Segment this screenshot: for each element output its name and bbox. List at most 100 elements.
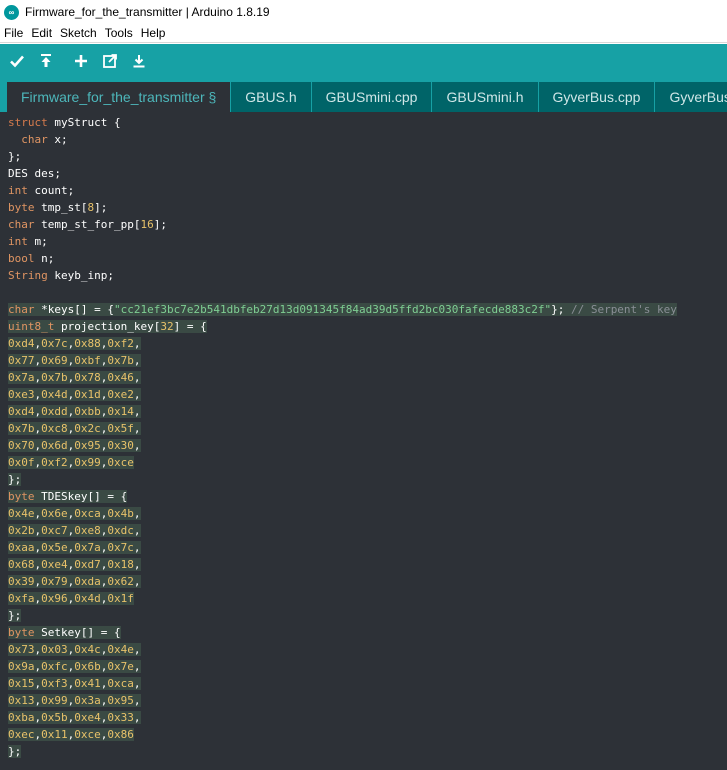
code-token: 0x4c [74, 643, 101, 656]
code-token: tmp_st[ [34, 201, 88, 214]
code-token: 0x4e [107, 643, 134, 656]
code-line[interactable]: 0xaa,0x5e,0x7a,0x7c, [8, 539, 727, 556]
code-line[interactable]: 0xd4,0xdd,0xbb,0x14, [8, 403, 727, 420]
code-token: 0x4b [107, 507, 134, 520]
code-line[interactable]: String keyb_inp; [8, 267, 727, 284]
code-line[interactable]: }; [8, 607, 727, 624]
code-token: 0x03 [41, 643, 68, 656]
code-line-content: }; [8, 473, 22, 486]
code-line[interactable]: 0xfa,0x96,0x4d,0x1f [8, 590, 727, 607]
code-token: 0x6d [41, 439, 68, 452]
code-text-area[interactable]: struct myStruct { char x;}; DES des; int c… [0, 112, 727, 760]
code-line[interactable]: 0x13,0x99,0x3a,0x95, [8, 692, 727, 709]
tab-gbusmini-cpp[interactable]: GBUSmini.cpp [311, 82, 432, 112]
code-line[interactable]: 0x4e,0x6e,0xca,0x4b, [8, 505, 727, 522]
code-token: , [133, 524, 141, 537]
code-line[interactable]: 0xe3,0x4d,0x1d,0xe2, [8, 386, 727, 403]
code-token: 0x46 [107, 371, 134, 384]
arduino-app-icon: ∞ [4, 4, 19, 20]
tab-gyverbus-h[interactable]: GyverBus.h [655, 82, 727, 112]
tab-gbusmini-h[interactable]: GBUSmini.h [432, 82, 538, 112]
tab-gyverbus-cpp[interactable]: GyverBus.cpp [538, 82, 655, 112]
upload-button[interactable] [35, 50, 57, 72]
code-line-content: 0xfa,0x96,0x4d,0x1f [8, 592, 134, 605]
tab-firmware-for-the-transmitter[interactable]: Firmware_for_the_transmitter § [7, 82, 231, 112]
code-line[interactable]: byte Setkey[] = { [8, 624, 727, 641]
open-sketch-button[interactable] [99, 50, 121, 72]
code-token: 0x2b [8, 524, 35, 537]
code-token: String [8, 269, 48, 282]
menu-bar: File Edit Sketch Tools Help [0, 24, 727, 43]
code-line-content: byte Setkey[] = { [8, 626, 121, 639]
toolbar [0, 44, 727, 78]
code-token: 0x5b [41, 711, 68, 724]
code-line[interactable]: 0x70,0x6d,0x95,0x30, [8, 437, 727, 454]
code-line[interactable]: char *keys[] = {"cc21ef3bc7e2b541dbfeb27… [8, 301, 727, 318]
menu-file[interactable]: File [4, 26, 23, 40]
code-line-content: 0x13,0x99,0x3a,0x95, [8, 694, 141, 707]
code-token: 0x7c [41, 337, 68, 350]
code-line-content: uint8_t projection_key[32] = { [8, 320, 207, 333]
code-token: 0x4d [41, 388, 68, 401]
code-line[interactable]: byte tmp_st[8]; [8, 199, 727, 216]
code-line[interactable] [8, 284, 727, 301]
code-token: 0xd4 [8, 405, 35, 418]
save-sketch-button[interactable] [128, 50, 150, 72]
code-line-content: 0x7b,0xc8,0x2c,0x5f, [8, 422, 141, 435]
code-line[interactable]: 0x7b,0xc8,0x2c,0x5f, [8, 420, 727, 437]
code-line-content: 0x39,0x79,0xda,0x62, [8, 575, 141, 588]
code-line[interactable]: 0x77,0x69,0xbf,0x7b, [8, 352, 727, 369]
code-token: // Serpent's key [570, 303, 677, 316]
code-token: 0xe4 [74, 711, 101, 724]
code-editor[interactable]: struct myStruct { char x;}; DES des; int c… [0, 112, 727, 770]
menu-sketch[interactable]: Sketch [60, 26, 97, 40]
code-line-content: 0x73,0x03,0x4c,0x4e, [8, 643, 141, 656]
code-line[interactable]: }; [8, 148, 727, 165]
code-line[interactable]: 0xba,0x5b,0xe4,0x33, [8, 709, 727, 726]
code-line[interactable]: char temp_st_for_pp[16]; [8, 216, 727, 233]
code-line[interactable]: 0xec,0x11,0xce,0x86 [8, 726, 727, 743]
code-line[interactable]: bool n; [8, 250, 727, 267]
title-bar: ∞ Firmware_for_the_transmitter | Arduino… [0, 0, 727, 24]
code-token: , [133, 388, 141, 401]
code-token: , [133, 439, 141, 452]
code-line[interactable]: }; [8, 743, 727, 760]
code-token: , [133, 354, 141, 367]
code-line[interactable]: 0x39,0x79,0xda,0x62, [8, 573, 727, 590]
code-line[interactable]: 0x73,0x03,0x4c,0x4e, [8, 641, 727, 658]
new-sketch-button[interactable] [70, 50, 92, 72]
save-icon [133, 55, 145, 68]
code-line[interactable]: byte TDESkey[] = { [8, 488, 727, 505]
code-line-content: }; [8, 745, 22, 758]
code-token: m; [27, 235, 48, 248]
code-token: byte [8, 201, 35, 214]
code-line[interactable]: 0x9a,0xfc,0x6b,0x7e, [8, 658, 727, 675]
code-line[interactable]: 0x7a,0x7b,0x78,0x46, [8, 369, 727, 386]
code-line[interactable]: uint8_t projection_key[32] = { [8, 318, 727, 335]
code-line[interactable]: 0x15,0xf3,0x41,0xca, [8, 675, 727, 692]
code-line[interactable]: struct myStruct { [8, 114, 727, 131]
code-line[interactable]: 0xd4,0x7c,0x88,0xf2, [8, 335, 727, 352]
code-line[interactable]: }; [8, 471, 727, 488]
code-line[interactable]: char x; [8, 131, 727, 148]
tab-gbus-h[interactable]: GBUS.h [231, 82, 311, 112]
menu-edit[interactable]: Edit [31, 26, 52, 40]
menu-tools[interactable]: Tools [105, 26, 133, 40]
code-line[interactable]: DES des; [8, 165, 727, 182]
upload-icon [41, 54, 51, 67]
code-token: 0xda [74, 575, 101, 588]
code-token: byte [8, 626, 35, 639]
code-line[interactable]: 0x68,0xe4,0xd7,0x18, [8, 556, 727, 573]
code-token: 0xf2 [41, 456, 68, 469]
code-line-content: }; [8, 609, 22, 622]
code-line[interactable]: 0x2b,0xc7,0xe8,0xdc, [8, 522, 727, 539]
code-line[interactable]: 0x0f,0xf2,0x99,0xce [8, 454, 727, 471]
code-token: 0x14 [107, 405, 134, 418]
code-token: }; [551, 303, 571, 316]
code-line[interactable]: int m; [8, 233, 727, 250]
code-token: 0x68 [8, 558, 35, 571]
verify-button[interactable] [6, 50, 28, 72]
code-line-content: }; [8, 150, 21, 163]
code-line[interactable]: int count; [8, 182, 727, 199]
menu-help[interactable]: Help [141, 26, 166, 40]
